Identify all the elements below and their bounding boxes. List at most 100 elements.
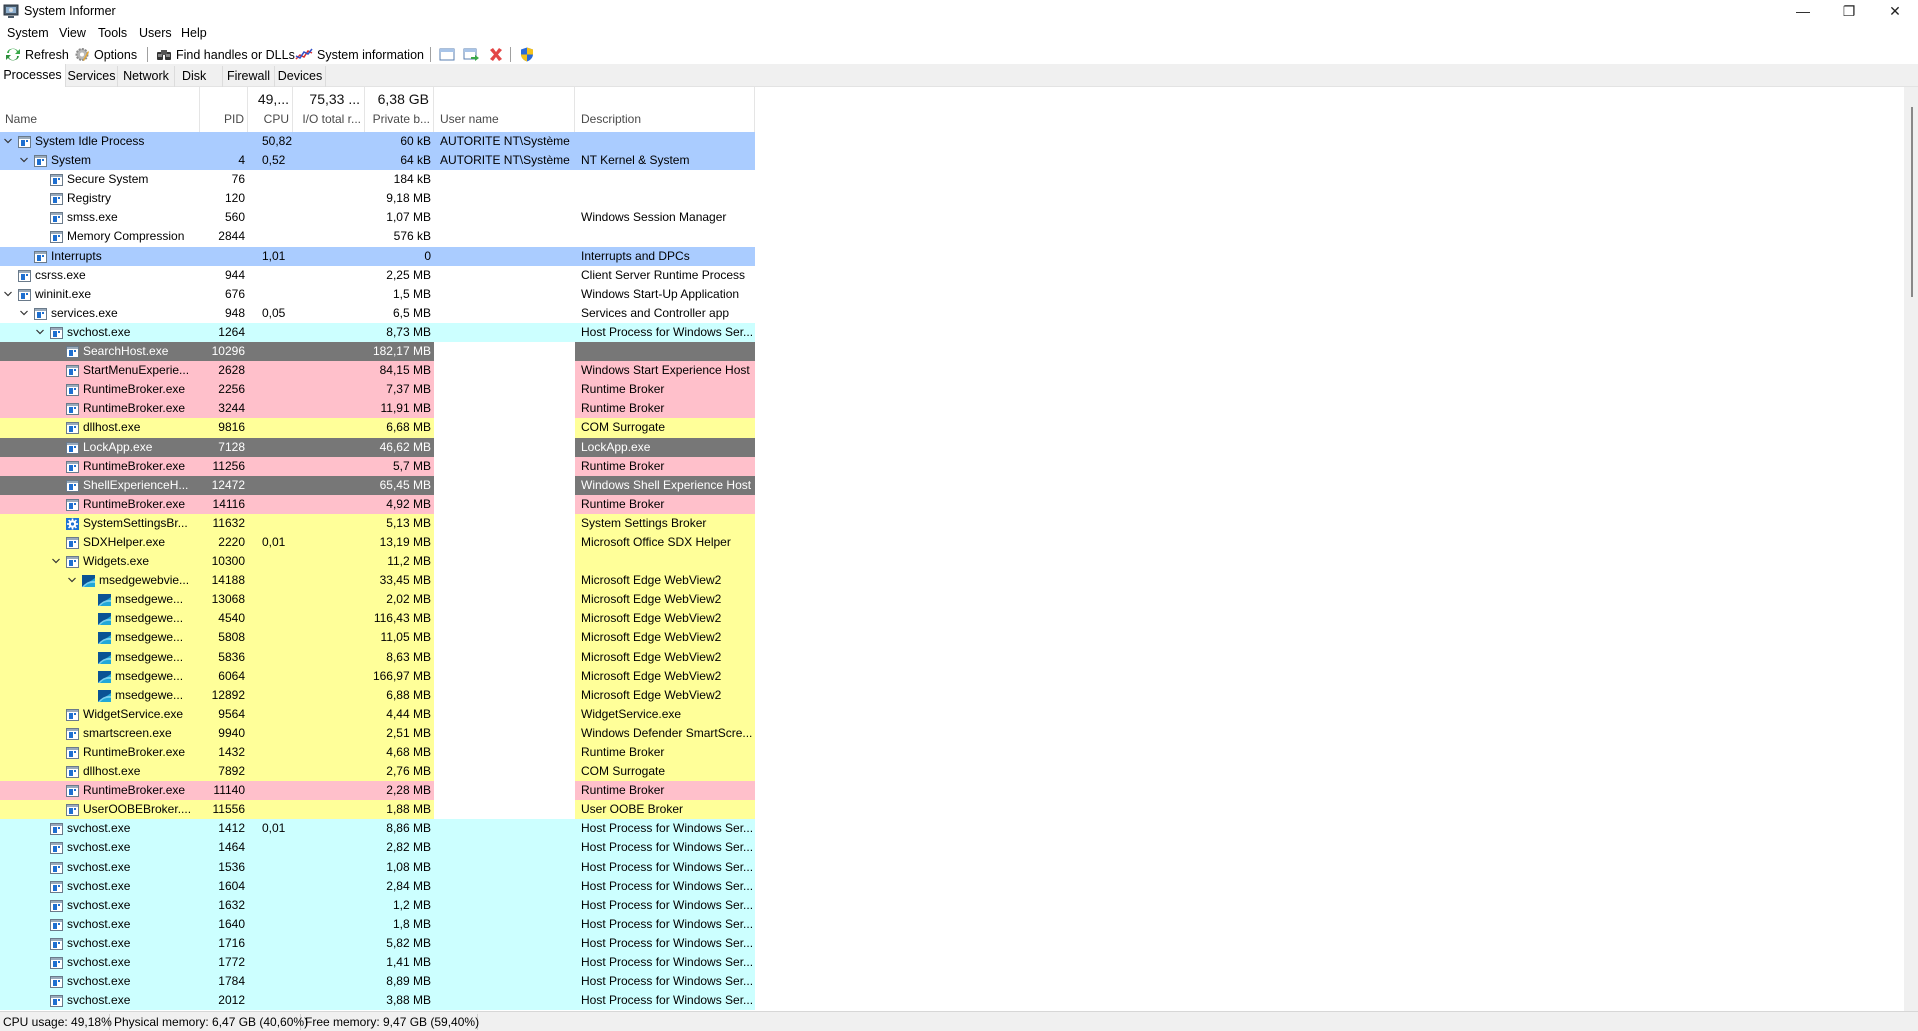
process-row[interactable]: Secure System 76 184 kB [0, 170, 755, 190]
process-row[interactable]: msedgewe... 5808 11,05 MB Microsoft Edge We… [0, 628, 755, 648]
process-row[interactable]: svchost.exe 1784 8,89 MB Host Process for W… [0, 972, 755, 992]
tab-firewall[interactable]: Firewall [223, 66, 275, 87]
process-row[interactable]: UserOOBEBroker.... 11556 1,88 MB User OOBE … [0, 800, 755, 820]
column-cpu[interactable]: 49,... CPU [248, 87, 293, 132]
process-row[interactable]: StartMenuExperie... 2628 84,15 MB Windows S… [0, 361, 755, 381]
process-row[interactable]: Memory Compression 2844 576 kB [0, 227, 755, 247]
process-row[interactable]: LockApp.exe 7128 46,62 MB LockApp.exe [0, 437, 755, 457]
application-window-icon [66, 364, 79, 378]
process-row[interactable]: Interrupts 1,01 0 Interrupts and DPCs [0, 246, 755, 266]
process-cpu [248, 552, 293, 571]
column-private-bytes[interactable]: 6,38 GB Private b... [365, 87, 434, 132]
process-row[interactable]: csrss.exe 944 2,25 MB Client Server Runtime… [0, 265, 755, 285]
process-row[interactable]: wininit.exe 676 1,5 MB Windows Start-Up App… [0, 284, 755, 304]
column-pid[interactable]: PID [200, 87, 248, 132]
application-window-icon [34, 250, 47, 263]
chevron-down-icon[interactable] [4, 137, 12, 145]
minimize-button[interactable]: — [1780, 0, 1826, 24]
process-row[interactable]: dllhost.exe 7892 2,76 MB COM Surrogate [0, 762, 755, 782]
process-row[interactable]: smartscreen.exe 9940 2,51 MB Windows Defend… [0, 723, 755, 743]
process-name: msedgewebvie... [99, 573, 190, 588]
tab-services[interactable]: Services [66, 66, 118, 87]
maximize-button[interactable]: ❐ [1826, 0, 1872, 24]
process-row[interactable]: svchost.exe 2012 3,88 MB Host Process for W… [0, 991, 755, 1011]
process-row[interactable]: RuntimeBroker.exe 14116 4,92 MB Runtime Bro… [0, 494, 755, 514]
menu-users[interactable]: Users [139, 26, 172, 40]
tab-processes[interactable]: Processes [0, 64, 66, 87]
process-row[interactable]: msedgewe... 6064 166,97 MB Microsoft Edge W… [0, 666, 755, 686]
process-row[interactable]: msedgewe... 12892 6,88 MB Microsoft Edge We… [0, 685, 755, 705]
process-row[interactable]: SearchHost.exe 10296 182,17 MB [0, 342, 755, 362]
menu-system[interactable]: System [7, 26, 49, 40]
process-row[interactable]: svchost.exe 1264 8,73 MB Host Process for W… [0, 322, 755, 343]
process-private-bytes: 2,84 MB [386, 878, 431, 893]
menu-view[interactable]: View [59, 26, 86, 40]
chevron-down-icon[interactable] [20, 309, 28, 317]
process-row[interactable]: msedgewebvie... 14188 33,45 MB Microsoft Ed… [0, 571, 755, 591]
window-go-icon[interactable] [463, 47, 479, 62]
column-user-name[interactable]: User name [434, 87, 575, 132]
process-row[interactable]: msedgewe... 13068 2,02 MB Microsoft Edge We… [0, 590, 755, 610]
process-row[interactable]: RuntimeBroker.exe 3244 11,91 MB Runtime Bro… [0, 399, 755, 419]
menu-tools[interactable]: Tools [98, 26, 127, 40]
chevron-down-icon[interactable] [4, 290, 12, 298]
process-row[interactable]: msedgewe... 4540 116,43 MB Microsoft Edge W… [0, 609, 755, 629]
application-window-icon [66, 421, 79, 435]
process-row[interactable]: dllhost.exe 9816 6,68 MB COM Surrogate [0, 418, 755, 438]
toolbar-separator [430, 47, 431, 62]
process-row[interactable]: svchost.exe 1412 0,01 8,86 MB Host Process f… [0, 819, 755, 839]
menu-help[interactable]: Help [181, 26, 207, 40]
process-row[interactable]: svchost.exe 1632 1,2 MB Host Process for Wi… [0, 895, 755, 915]
process-row[interactable]: RuntimeBroker.exe 2256 7,37 MB Runtime Brok… [0, 380, 755, 400]
process-row[interactable]: RuntimeBroker.exe 11256 5,7 MB Runtime Brok… [0, 456, 755, 476]
process-row[interactable]: SDXHelper.exe 2220 0,01 13,19 MB Microsoft O… [0, 532, 755, 553]
process-name: dllhost.exe [83, 420, 141, 435]
column-io-total-rate[interactable]: 75,33 ... I/O total r... [293, 87, 365, 132]
vertical-scrollbar[interactable] [1904, 87, 1918, 1011]
tab-disk[interactable]: Disk [175, 66, 223, 87]
process-row[interactable]: System 4 0,52 64 kB AUTORITE NT\Système NT Ke… [0, 151, 755, 171]
uac-shield-icon[interactable] [519, 47, 535, 62]
options-button[interactable]: Options [74, 46, 137, 63]
process-description: Runtime Broker [581, 783, 665, 798]
column-io-total: 75,33 ... [309, 91, 360, 107]
process-row[interactable]: svchost.exe 1464 2,82 MB Host Process for W… [0, 838, 755, 858]
chevron-down-icon[interactable] [68, 576, 76, 584]
tab-devices[interactable]: Devices [275, 66, 326, 87]
process-row[interactable]: RuntimeBroker.exe 1432 4,68 MB Runtime Brok… [0, 743, 755, 763]
column-name[interactable]: Name [0, 87, 200, 132]
tab-network[interactable]: Network [118, 66, 175, 87]
system-information-button[interactable]: System information [295, 46, 424, 63]
process-name: System [51, 153, 92, 168]
chevron-down-icon[interactable] [36, 328, 44, 336]
process-row[interactable]: svchost.exe 1536 1,08 MB Host Process for W… [0, 857, 755, 877]
process-row[interactable]: svchost.exe 1716 5,82 MB Host Process for W… [0, 933, 755, 954]
toolbar: Refresh Options Find handles or DLLs Sys… [0, 44, 1918, 108]
window-icon[interactable] [439, 47, 455, 62]
process-user-name [434, 456, 575, 476]
process-row[interactable]: svchost.exe 1604 2,84 MB Host Process for W… [0, 876, 755, 896]
terminate-x-icon[interactable] [488, 47, 504, 62]
process-row[interactable]: services.exe 948 0,05 6,5 MB Services and Co… [0, 303, 755, 323]
application-window-icon [66, 727, 79, 740]
process-row[interactable]: msedgewe... 5836 8,63 MB Microsoft Edge Web… [0, 647, 755, 667]
process-description: System Settings Broker [581, 515, 707, 530]
process-row[interactable]: WidgetService.exe 9564 4,44 MB WidgetServic… [0, 704, 755, 724]
close-button[interactable]: ✕ [1872, 0, 1918, 24]
column-description[interactable]: Description [575, 87, 755, 132]
process-row[interactable]: SystemSettingsBr... 11632 5,13 MB System Se… [0, 513, 755, 533]
process-row[interactable]: smss.exe 560 1,07 MB Windows Session Manage… [0, 208, 755, 228]
refresh-button[interactable]: Refresh [5, 46, 69, 63]
process-cpu [248, 972, 293, 991]
process-row[interactable]: svchost.exe 1640 1,8 MB Host Process for Wi… [0, 914, 755, 934]
chevron-down-icon[interactable] [20, 156, 28, 164]
process-row[interactable]: ShellExperienceH... 12472 65,45 MB Windows … [0, 475, 755, 495]
process-row[interactable]: Widgets.exe 10300 11,2 MB [0, 552, 755, 572]
process-row[interactable]: Registry 120 9,18 MB [0, 189, 755, 209]
process-row[interactable]: RuntimeBroker.exe 11140 2,28 MB Runtime Bro… [0, 781, 755, 801]
chevron-down-icon[interactable] [52, 557, 60, 565]
find-handles-button[interactable]: Find handles or DLLs [156, 46, 295, 63]
process-row[interactable]: System Idle Process 50,82 60 kB AUTORITE NT… [0, 132, 755, 152]
scrollbar-thumb[interactable] [1911, 107, 1913, 297]
process-row[interactable]: svchost.exe 1772 1,41 MB Host Process for W… [0, 953, 755, 973]
